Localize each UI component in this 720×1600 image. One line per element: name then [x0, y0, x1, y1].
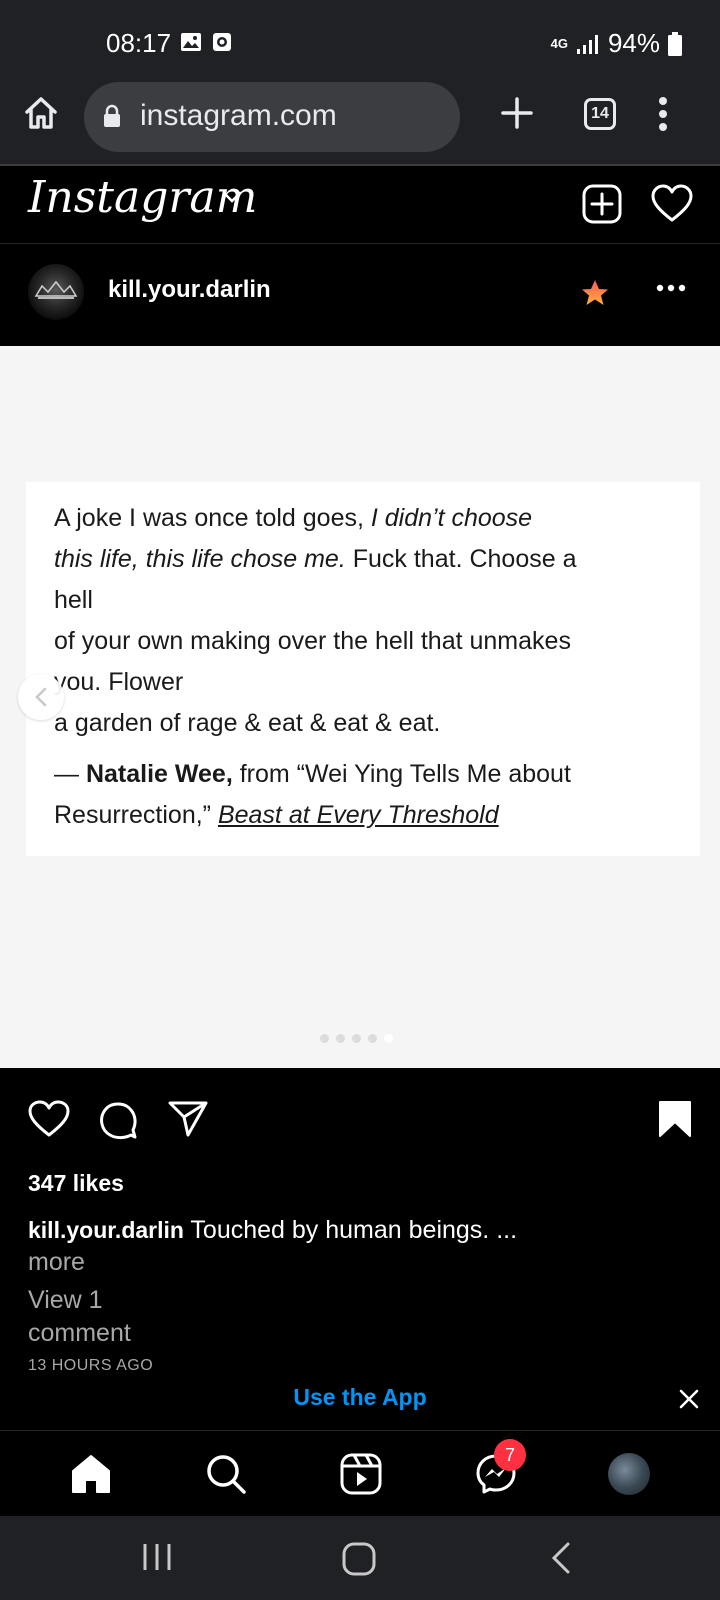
system-home-icon[interactable]	[342, 1542, 376, 1576]
status-indicators: 4G 94%	[551, 28, 682, 59]
post-username[interactable]: kill.your.darlin	[108, 276, 271, 304]
notifications-heart-icon[interactable]	[651, 184, 693, 224]
system-back-icon[interactable]	[550, 1542, 572, 1574]
post-header: kill.your.darlin	[0, 244, 720, 346]
share-paper-plane-icon[interactable]	[168, 1100, 208, 1138]
camera-notification-icon	[213, 33, 231, 51]
image-notification-icon	[181, 33, 201, 51]
comment-icon[interactable]	[98, 1100, 138, 1140]
signal-icon	[576, 34, 598, 54]
caption-username[interactable]: kill.your.darlin	[28, 1217, 184, 1243]
view-comments-link[interactable]: View 1 comment	[28, 1284, 178, 1350]
post-image[interactable]: A joke I was once told goes, I didn’t ch…	[0, 346, 720, 1068]
quote-line-plain: a garden of rage & eat & eat & eat.	[54, 709, 441, 737]
carousel-dot-active	[384, 1034, 393, 1043]
quote-line-plain: you. Flower	[54, 668, 184, 696]
quote-card: A joke I was once told goes, I didn’t ch…	[26, 482, 700, 856]
browser-home-icon[interactable]	[22, 94, 60, 132]
likes-count[interactable]: 347 likes	[28, 1170, 124, 1197]
caption-more-link[interactable]: more	[28, 1246, 588, 1278]
messenger-badge: 7	[494, 1439, 526, 1471]
more-options-icon[interactable]	[656, 284, 686, 292]
status-time: 08:17	[106, 28, 172, 58]
carousel-dot	[320, 1034, 329, 1043]
post-caption: kill.your.darlin Touched by human beings…	[28, 1214, 588, 1278]
attribution-title-end: Resurrection,”	[54, 801, 218, 829]
attribution-book: Beast at Every Threshold	[217, 801, 499, 829]
post-actions	[0, 1068, 720, 1168]
network-type: 4G	[550, 35, 568, 51]
quote-attribution: — Natalie Wee, from “Wei Ying Tells Me a…	[54, 754, 672, 836]
quote-line: this life, this life chose me. Fuck that…	[54, 539, 672, 580]
quote-text: A joke I was once told goes, I didn’t ch…	[54, 498, 672, 744]
attribution-dash: —	[54, 760, 86, 788]
nav-reels-icon[interactable]	[340, 1453, 382, 1495]
browser-menu-icon[interactable]	[658, 96, 668, 132]
browser-toolbar: instagram.com 14	[0, 80, 720, 166]
url-text: instagram.com	[140, 99, 337, 132]
bookmark-saved-icon[interactable]	[658, 1100, 692, 1138]
quote-line-italic: this life, this life chose me.	[54, 545, 346, 573]
nav-home-icon[interactable]	[70, 1453, 112, 1495]
tab-switcher-button[interactable]: 14	[584, 98, 616, 130]
carousel-previous-button[interactable]	[18, 674, 64, 720]
quote-line: hell	[54, 580, 672, 621]
system-navigation-bar	[0, 1516, 720, 1600]
quote-line: you. Flower	[54, 662, 672, 703]
quote-line-plain: of your own making over the hell that un…	[54, 627, 571, 655]
quote-line-plain: A joke I was once told goes,	[54, 504, 371, 532]
nav-search-icon[interactable]	[205, 1453, 247, 1495]
caption-text: Touched by human beings. ...	[183, 1216, 518, 1244]
use-app-link[interactable]: Use the App	[0, 1384, 720, 1411]
quote-line: a garden of rage & eat & eat & eat.	[54, 703, 672, 744]
quote-line-italic: I didn’t choose	[370, 504, 533, 532]
close-icon[interactable]	[678, 1388, 700, 1410]
favorite-star-icon	[582, 280, 608, 305]
quote-line-plain: Fuck that. Choose a	[345, 545, 577, 573]
battery-percent: 94%	[607, 28, 660, 58]
recent-apps-icon[interactable]	[142, 1542, 172, 1572]
address-bar[interactable]: instagram.com	[84, 82, 460, 152]
chevron-left-icon	[35, 687, 47, 707]
tab-count: 14	[591, 105, 609, 122]
status-bar: 08:17 4G 94%	[0, 0, 720, 80]
lock-icon	[104, 104, 120, 127]
quote-line: of your own making over the hell that un…	[54, 621, 672, 662]
post-author-avatar[interactable]	[28, 264, 84, 320]
chevron-down-icon[interactable]	[222, 190, 242, 204]
nav-profile-avatar[interactable]	[608, 1453, 650, 1495]
carousel-dot	[368, 1034, 377, 1043]
post-timestamp: 13 HOURS AGO	[28, 1357, 154, 1370]
instagram-header: Instagram	[0, 166, 720, 244]
tiara-icon	[34, 280, 78, 299]
notification-icons	[180, 32, 232, 52]
like-heart-icon[interactable]	[28, 1100, 70, 1138]
new-post-icon[interactable]	[582, 184, 622, 224]
battery-icon	[668, 31, 682, 56]
new-tab-icon[interactable]	[498, 94, 536, 132]
carousel-indicator	[320, 1034, 393, 1043]
quote-line: A joke I was once told goes, I didn’t ch…	[54, 498, 672, 539]
carousel-dot	[352, 1034, 361, 1043]
attribution-author: Natalie Wee,	[85, 760, 233, 788]
use-app-banner: Use the App	[0, 1370, 720, 1430]
quote-line-plain: hell	[54, 586, 93, 614]
carousel-dot	[336, 1034, 345, 1043]
attribution-title: from “Wei Ying Tells Me about	[232, 760, 571, 788]
instagram-bottom-nav: 7	[0, 1430, 720, 1516]
